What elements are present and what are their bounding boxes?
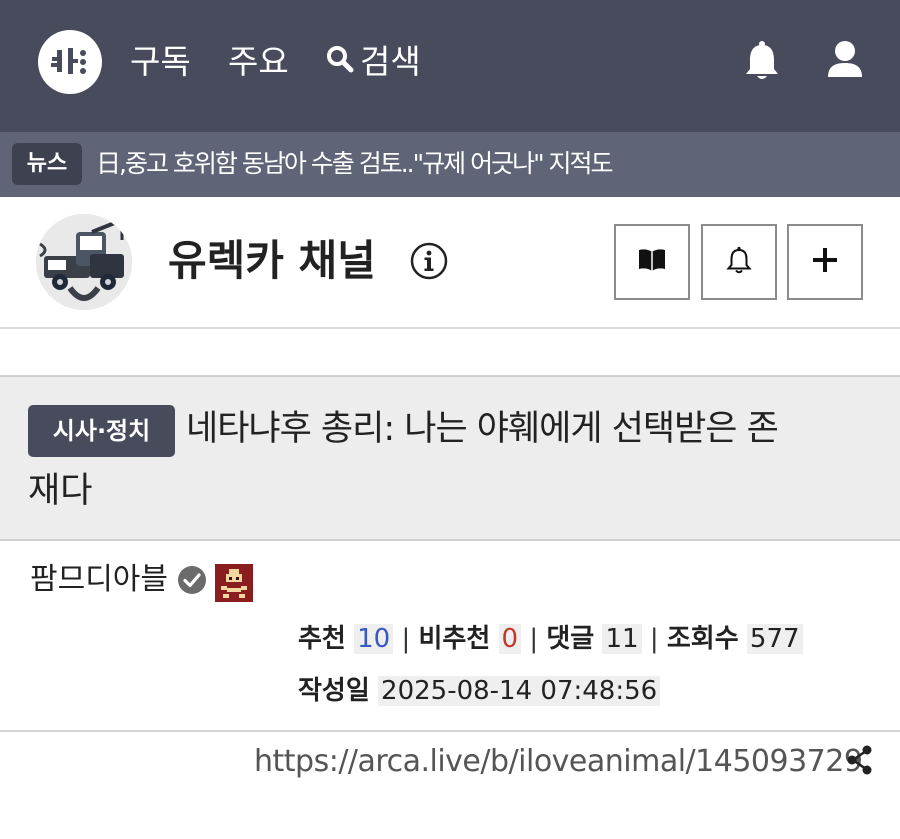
- nav-main-link[interactable]: 주요: [228, 40, 289, 84]
- author-name[interactable]: 팜므디아블: [30, 558, 168, 602]
- news-headline-link[interactable]: 日,중고 호위함 동남아 수출 검토.."규제 어긋나" 지적도: [96, 144, 614, 184]
- channel-title[interactable]: 유렉카 채널: [168, 234, 376, 288]
- stats-separator: |: [401, 624, 419, 654]
- bell-icon[interactable]: [744, 40, 780, 86]
- downvote-label: 비추천: [418, 624, 491, 654]
- plus-icon: [812, 247, 838, 277]
- article-header: [0, 375, 900, 541]
- article-title-line1: 네타냐후 총리: 나는 야훼에게 선택받은 존: [186, 409, 779, 449]
- share-icon[interactable]: [846, 745, 874, 779]
- category-badge[interactable]: 시사·정치: [28, 405, 175, 457]
- channel-notify-button[interactable]: [701, 224, 777, 300]
- stats-separator: |: [649, 624, 667, 654]
- nav-search-label: 검색: [360, 42, 421, 81]
- comments-label: 댓글: [546, 624, 595, 654]
- date-label: 작성일: [298, 676, 370, 706]
- stats-separator: |: [529, 624, 547, 654]
- comments-count: 11: [602, 624, 642, 654]
- date-value: 2025-08-14 07:48:56: [378, 676, 661, 706]
- upvote-count: 10: [354, 624, 394, 654]
- book-icon: [638, 248, 666, 276]
- article-title-line2: 재다: [28, 471, 93, 511]
- search-icon: [326, 40, 360, 84]
- views-label: 조회수: [666, 624, 739, 654]
- article-stats: 추천 10 | 비추천 0 | 댓글 11 | 조회수 577: [298, 620, 803, 658]
- bell-outline-icon: [726, 246, 752, 278]
- article-date: 작성일 2025-08-14 07:48:56: [298, 672, 661, 710]
- divider: [0, 327, 900, 329]
- info-icon[interactable]: [410, 242, 448, 284]
- news-badge: 뉴스: [12, 143, 82, 185]
- upvote-label: 추천: [298, 624, 346, 654]
- nav-subscribe-link[interactable]: 구독: [130, 40, 191, 84]
- user-icon[interactable]: [826, 40, 864, 82]
- article-url-link[interactable]: https://arca.live/b/iloveanimal/14509372…: [254, 740, 863, 784]
- channel-wiki-button[interactable]: [614, 224, 690, 300]
- views-count: 577: [746, 624, 803, 654]
- site-logo-icon[interactable]: [38, 30, 102, 94]
- downvote-count: 0: [498, 624, 522, 654]
- author-emblem-icon: [215, 564, 253, 606]
- divider: [0, 730, 900, 732]
- channel-avatar[interactable]: [36, 214, 132, 310]
- nav-search-link[interactable]: 검색: [326, 40, 421, 84]
- channel-subscribe-button[interactable]: [787, 224, 863, 300]
- verified-check-icon: [177, 565, 207, 599]
